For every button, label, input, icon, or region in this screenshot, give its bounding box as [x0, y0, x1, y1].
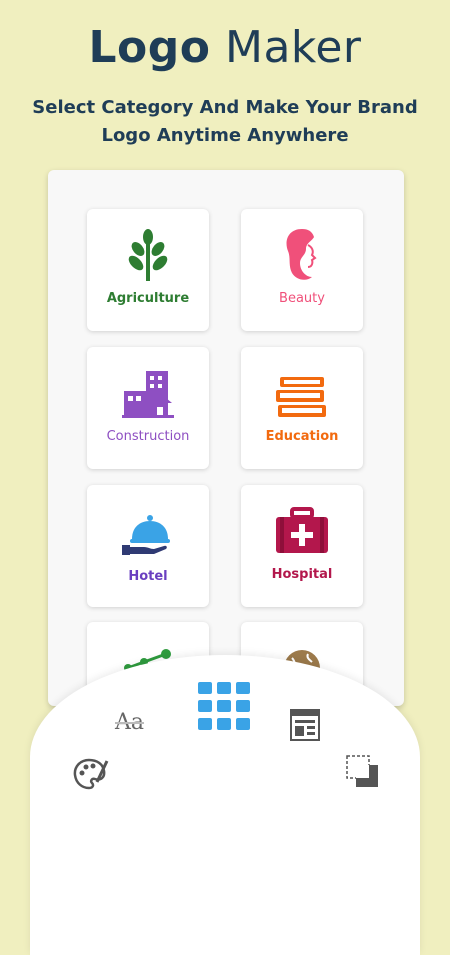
buildings-icon: [87, 369, 209, 423]
layers-icon: [346, 755, 378, 787]
grid-menu-button[interactable]: [198, 682, 252, 736]
category-card-beauty[interactable]: Beauty: [241, 209, 363, 331]
woman-face-icon: [241, 227, 363, 287]
category-card-hotel[interactable]: Hotel: [87, 485, 209, 607]
first-aid-kit-icon: [241, 507, 363, 559]
text-tool-icon: Aa: [115, 710, 145, 735]
title-bold-part: Logo: [88, 22, 211, 73]
subtitle: Select Category And Make Your Brand Logo…: [32, 97, 418, 146]
books-stack-icon: [241, 375, 363, 423]
template-icon: [290, 709, 320, 741]
category-label: Construction: [106, 429, 190, 444]
palette-button[interactable]: [73, 758, 109, 794]
category-card-education[interactable]: Education: [241, 347, 363, 469]
cloche-service-icon: [87, 513, 209, 561]
category-label: Education: [265, 429, 339, 444]
leaf-sprout-icon: [87, 229, 209, 285]
category-label: Hotel: [128, 569, 168, 584]
category-label: Agriculture: [106, 291, 190, 306]
template-button[interactable]: [290, 709, 320, 745]
grid-menu-icon: [198, 682, 250, 730]
palette-icon: [73, 758, 109, 790]
text-tool-button[interactable]: Aa: [115, 710, 144, 735]
layers-button[interactable]: [346, 755, 380, 793]
category-label: Hospital: [271, 567, 333, 582]
category-card-hospital[interactable]: Hospital: [241, 485, 363, 607]
app-title: Logo Maker: [0, 22, 450, 73]
category-panel: Agriculture Beauty Construction Educatio…: [48, 170, 404, 706]
category-label: Beauty: [279, 291, 325, 306]
category-card-construction[interactable]: Construction: [87, 347, 209, 469]
title-rest-part: Maker: [225, 22, 362, 73]
category-card-agriculture[interactable]: Agriculture: [87, 209, 209, 331]
